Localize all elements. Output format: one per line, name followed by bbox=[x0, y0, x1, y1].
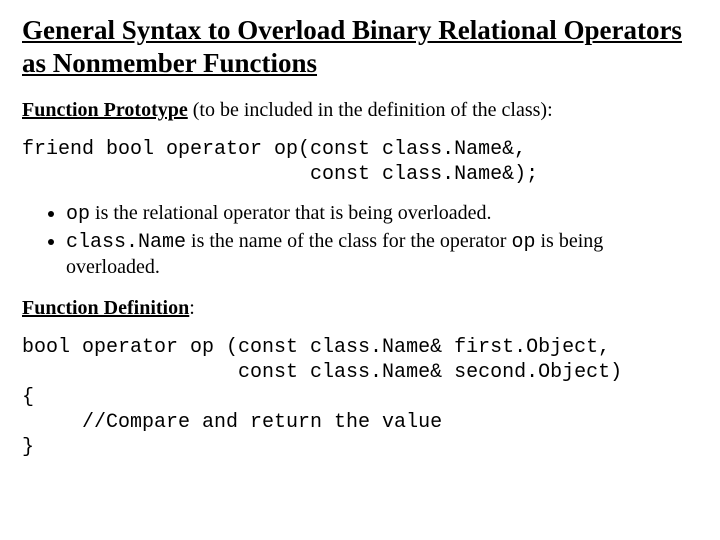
code-inline: op bbox=[511, 231, 535, 254]
definition-heading: Function Definition: bbox=[22, 296, 698, 321]
list-item: class.Name is the name of the class for … bbox=[66, 229, 698, 280]
prototype-paren: (to be included in the definition of the… bbox=[188, 99, 553, 121]
code-inline: op bbox=[66, 203, 90, 226]
list-text: is the name of the class for the operato… bbox=[186, 230, 511, 252]
code-inline: class.Name bbox=[66, 231, 186, 254]
definition-code: bool operator op (const class.Name& firs… bbox=[22, 335, 698, 460]
prototype-code: friend bool operator op(const class.Name… bbox=[22, 137, 698, 187]
definition-colon: : bbox=[189, 297, 195, 319]
slide-content: General Syntax to Overload Binary Relati… bbox=[0, 0, 720, 460]
prototype-label: Function Prototype bbox=[22, 99, 188, 121]
prototype-heading: Function Prototype (to be included in th… bbox=[22, 98, 698, 123]
notes-list: op is the relational operator that is be… bbox=[22, 201, 698, 280]
list-text: is the relational operator that is being… bbox=[90, 202, 492, 224]
list-item: op is the relational operator that is be… bbox=[66, 201, 698, 227]
definition-label: Function Definition bbox=[22, 297, 189, 319]
slide-title: General Syntax to Overload Binary Relati… bbox=[22, 14, 698, 80]
